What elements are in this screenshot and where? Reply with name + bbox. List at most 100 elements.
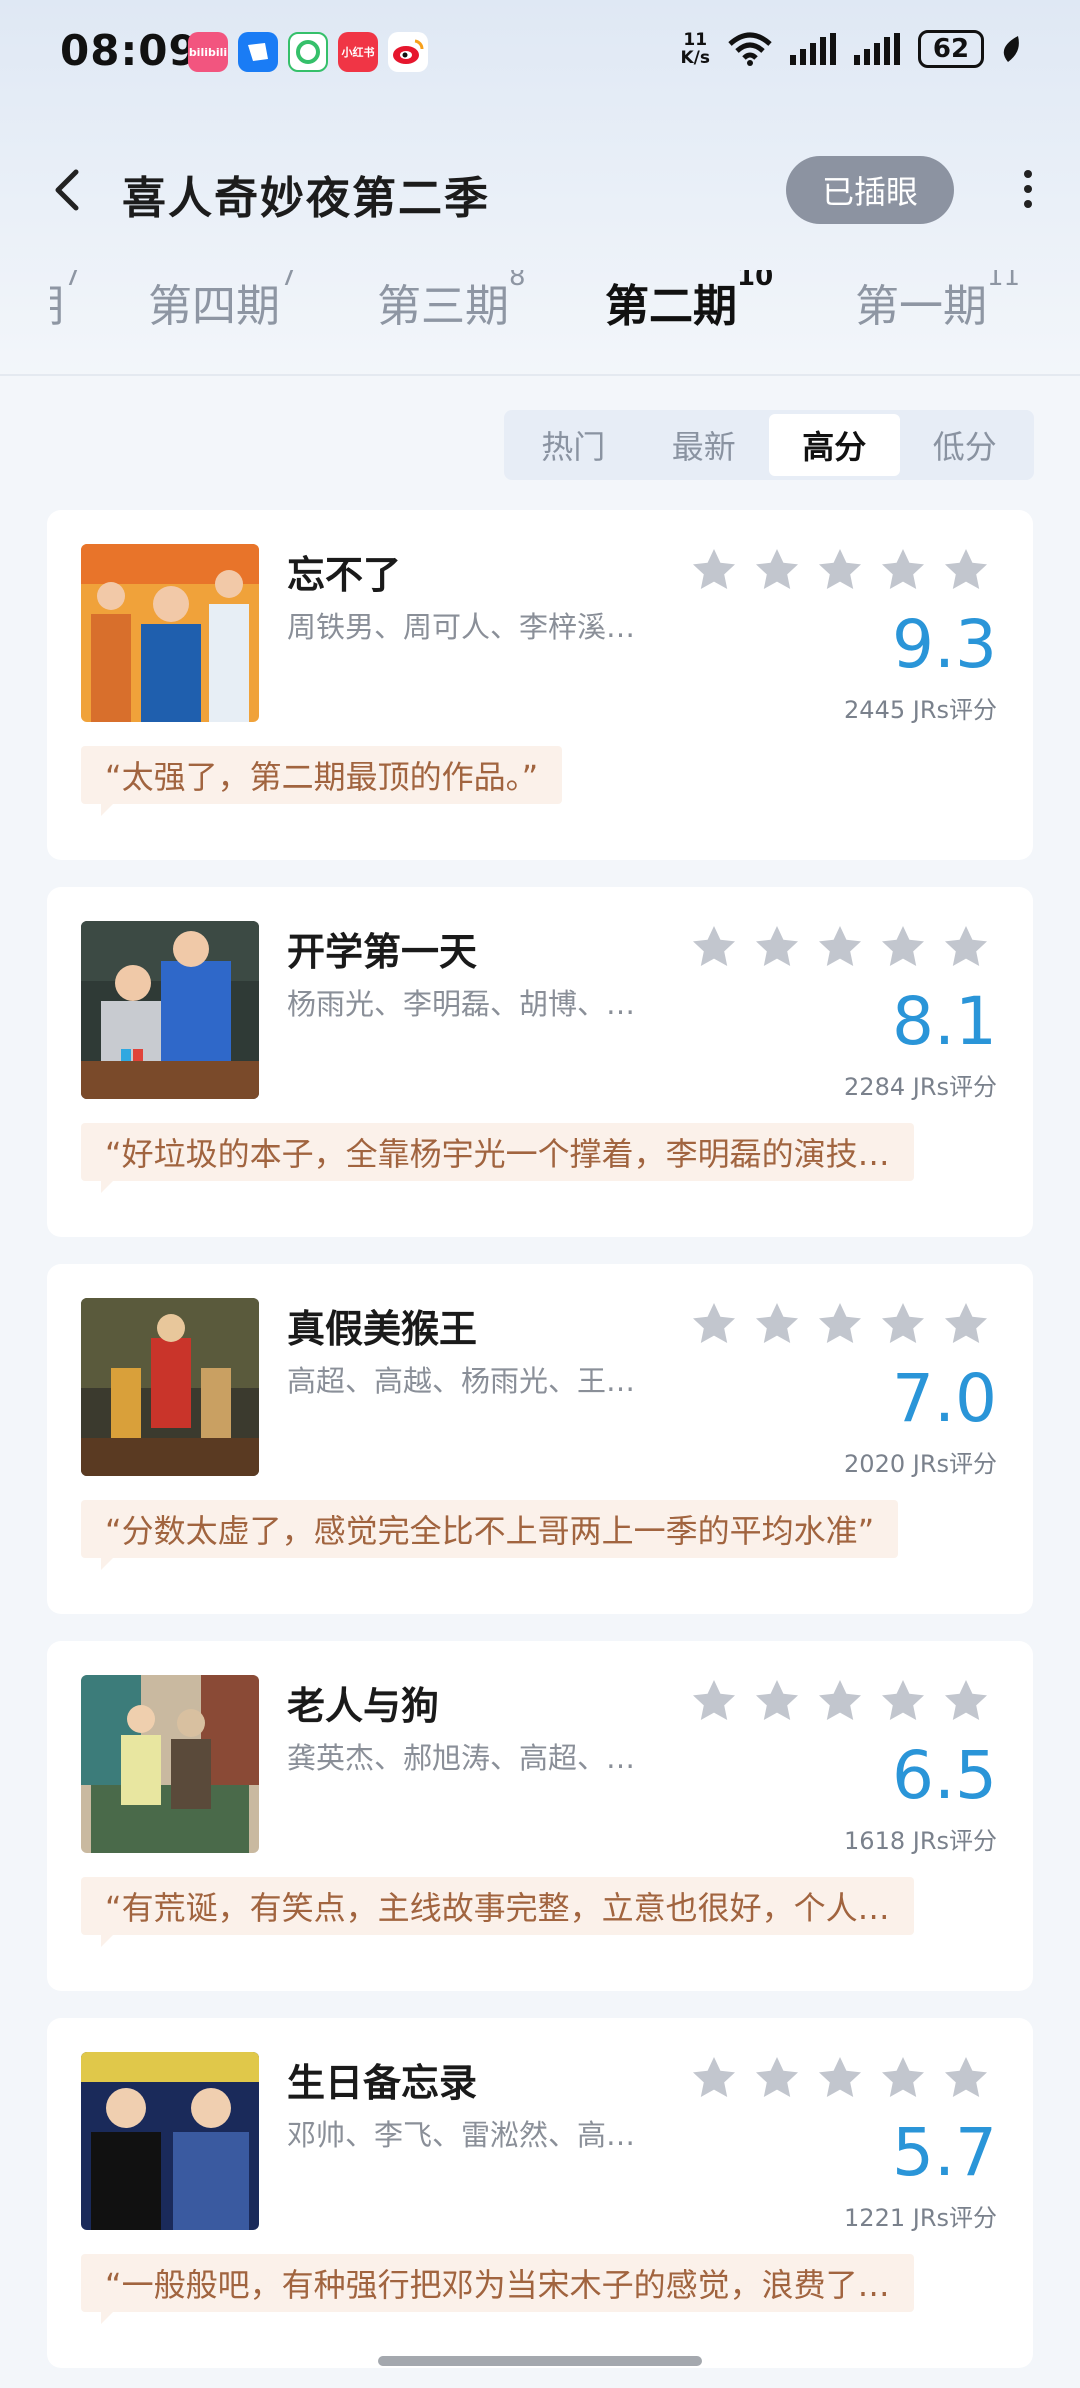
top-comment[interactable]: “一般般吧，有种强行把邓为当宋木子的感觉，浪费了… [81, 2254, 914, 2312]
star-icon[interactable] [815, 1300, 865, 1348]
score-value: 8.1 [892, 983, 997, 1060]
top-comment[interactable]: “好垃圾的本子，全靠杨宇光一个撑着，李明磊的演技… [81, 1123, 914, 1181]
thumbnail-image [81, 921, 259, 1099]
rating-count: 2020 JRs评分 [844, 1450, 997, 1478]
sort-low-score[interactable]: 低分 [900, 414, 1031, 476]
network-speed: 11 K/s [680, 30, 710, 68]
star-icon[interactable] [815, 923, 865, 971]
score-value: 7.0 [892, 1360, 997, 1437]
rating-count: 1618 JRs评分 [844, 1827, 997, 1855]
rating-count: 2284 JRs评分 [844, 1073, 997, 1101]
app-header: 喜人奇妙夜第二季 已插眼 [0, 150, 1080, 230]
list-item[interactable]: 生日备忘录 邓帅、李飞、雷淞然、高… 5.7 1221 JRs评分 “一般般吧，… [47, 2018, 1033, 2368]
battery-indicator: 62 [918, 30, 984, 68]
xiaohongshu-icon: 小红书 [338, 32, 378, 72]
star-icon[interactable] [689, 2054, 739, 2102]
back-button[interactable] [42, 164, 94, 216]
tab-episode-4[interactable]: 第四期7 [148, 270, 297, 334]
chevron-left-icon [55, 169, 79, 211]
star-icon[interactable] [941, 923, 991, 971]
star-icon[interactable] [752, 2054, 802, 2102]
cast-list: 杨雨光、李明磊、胡博、… [287, 987, 636, 1021]
star-icon[interactable] [689, 923, 739, 971]
cast-list: 邓帅、李飞、雷淞然、高… [287, 2118, 636, 2152]
signal-icon-2 [854, 33, 900, 65]
star-icon[interactable] [752, 923, 802, 971]
rating-stars[interactable] [689, 546, 991, 594]
rating-stars[interactable] [689, 1300, 991, 1348]
status-time: 08:09 [60, 26, 199, 75]
star-icon[interactable] [941, 546, 991, 594]
comment-tail [101, 1556, 115, 1570]
top-comment[interactable]: “有荒诞，有笑点，主线故事完整，立意也很好，个人… [81, 1877, 914, 1935]
tab-episode-3[interactable]: 第三期8 [377, 270, 526, 334]
star-icon[interactable] [815, 2054, 865, 2102]
sketch-title: 老人与狗 [287, 1684, 440, 1728]
comment-tail [101, 802, 115, 816]
star-icon[interactable] [878, 1300, 928, 1348]
sort-latest[interactable]: 最新 [639, 414, 770, 476]
rating-stars[interactable] [689, 1677, 991, 1725]
cast-list: 龚英杰、郝旭涛、高超、… [287, 1741, 636, 1775]
star-icon[interactable] [689, 1300, 739, 1348]
thumbnail-image [81, 2052, 259, 2230]
rating-stars[interactable] [689, 2054, 991, 2102]
star-icon[interactable] [752, 1300, 802, 1348]
tabs-divider [0, 374, 1080, 376]
score-value: 6.5 [892, 1737, 997, 1814]
star-icon[interactable] [941, 1300, 991, 1348]
score-value: 9.3 [892, 606, 997, 683]
sort-hot[interactable]: 热门 [508, 414, 639, 476]
dot-icon [1024, 200, 1032, 208]
cast-list: 周铁男、周可人、李梓溪… [287, 610, 636, 644]
sketch-title: 忘不了 [287, 553, 402, 597]
tab-episode-5[interactable]: 期7 [50, 270, 81, 345]
star-icon[interactable] [878, 1677, 928, 1725]
leaf-icon [1003, 36, 1019, 62]
star-icon[interactable] [878, 2054, 928, 2102]
star-icon[interactable] [689, 546, 739, 594]
list-item[interactable]: 老人与狗 龚英杰、郝旭涛、高超、… 6.5 1618 JRs评分 “有荒诞，有笑… [47, 1641, 1033, 1991]
rating-count: 2445 JRs评分 [844, 696, 997, 724]
signal-icon [790, 33, 836, 65]
wechat-green-icon [288, 32, 328, 72]
top-comment[interactable]: “分数太虚了，感觉完全比不上哥两上一季的平均水准” [81, 1500, 899, 1558]
comment-tail [101, 2310, 115, 2324]
star-icon[interactable] [815, 546, 865, 594]
watched-button[interactable]: 已插眼 [786, 156, 954, 224]
feishu-icon [238, 32, 278, 72]
status-app-icons: bilibili 小红书 [188, 32, 428, 72]
star-icon[interactable] [752, 546, 802, 594]
wifi-icon [728, 32, 772, 66]
top-comment[interactable]: “太强了，第二期最顶的作品。” [81, 746, 563, 804]
star-icon[interactable] [878, 923, 928, 971]
status-bar: 08:09 bilibili 小红书 11 K/s 62 [0, 0, 1080, 110]
home-indicator[interactable] [378, 2356, 702, 2366]
sketch-title: 生日备忘录 [287, 2061, 478, 2105]
star-icon[interactable] [941, 1677, 991, 1725]
comment-tail [101, 1179, 115, 1193]
thumbnail-image [81, 544, 259, 722]
rating-stars[interactable] [689, 923, 991, 971]
star-icon[interactable] [941, 2054, 991, 2102]
episode-tabs: 期7 第四期7 第三期8 第二期10 第一期11 [0, 270, 1080, 350]
star-icon[interactable] [878, 546, 928, 594]
rating-count: 1221 JRs评分 [844, 2204, 997, 2232]
status-right: 11 K/s 62 [680, 30, 1022, 68]
more-menu-button[interactable] [1008, 166, 1048, 216]
sketch-title: 真假美猴王 [287, 1307, 478, 1351]
sort-high-score[interactable]: 高分 [769, 414, 900, 476]
list-item[interactable]: 开学第一天 杨雨光、李明磊、胡博、… 8.1 2284 JRs评分 “好垃圾的本… [47, 887, 1033, 1237]
thumbnail-image [81, 1675, 259, 1853]
tab-episode-2[interactable]: 第二期10 [605, 270, 773, 334]
bilibili-icon: bilibili [188, 32, 228, 72]
star-icon[interactable] [815, 1677, 865, 1725]
star-icon[interactable] [689, 1677, 739, 1725]
sort-segmented-control: 热门 最新 高分 低分 [504, 410, 1034, 480]
tab-episode-1[interactable]: 第一期11 [855, 270, 1020, 334]
sketch-title: 开学第一天 [287, 930, 478, 974]
list-item[interactable]: 真假美猴王 高超、高越、杨雨光、王… 7.0 2020 JRs评分 “分数太虚了… [47, 1264, 1033, 1614]
star-icon[interactable] [752, 1677, 802, 1725]
page-title: 喜人奇妙夜第二季 [122, 173, 490, 224]
list-item[interactable]: 忘不了 周铁男、周可人、李梓溪… 9.3 2445 JRs评分 “太强了，第二期… [47, 510, 1033, 860]
